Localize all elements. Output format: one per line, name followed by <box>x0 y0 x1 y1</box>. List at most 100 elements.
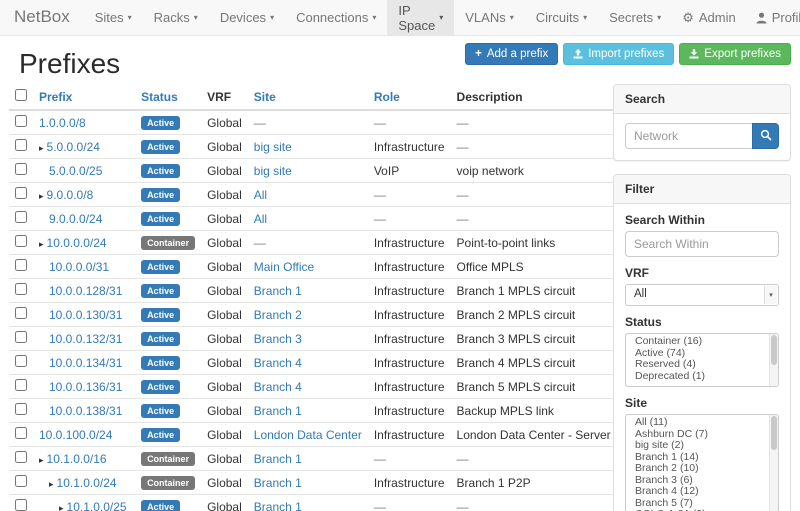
prefix-link[interactable]: 10.0.0.0/31 <box>49 260 109 274</box>
site-listbox[interactable]: All (11)Ashburn DC (7)big site (2)Branch… <box>625 414 779 511</box>
site-link[interactable]: Branch 4 <box>254 380 302 394</box>
row-checkbox[interactable] <box>15 355 27 367</box>
column-header-vrf: VRF <box>201 84 248 110</box>
site-link[interactable]: London Data Center <box>254 428 362 442</box>
row-checkbox[interactable] <box>15 403 27 415</box>
nav-item-racks[interactable]: Racks▾ <box>143 0 209 35</box>
search-button[interactable] <box>752 123 779 149</box>
search-icon <box>760 129 772 144</box>
filter-option-container-16-[interactable]: Container (16) <box>626 336 778 348</box>
scrollbar[interactable] <box>769 334 778 386</box>
filter-option-all-11-[interactable]: All (11) <box>626 417 778 429</box>
prefix-link[interactable]: 10.1.0.0/16 <box>47 452 107 466</box>
prefix-link[interactable]: 10.0.0.136/31 <box>49 380 122 394</box>
filter-option-branch-4-12-[interactable]: Branch 4 (12) <box>626 486 778 498</box>
filter-option-branch-2-10-[interactable]: Branch 2 (10) <box>626 463 778 475</box>
site-link[interactable]: All <box>254 212 267 226</box>
admin-link[interactable]: ⚙ Admin <box>672 0 746 35</box>
site-link[interactable]: Main Office <box>254 260 314 274</box>
select-all-checkbox[interactable] <box>15 89 27 101</box>
row-checkbox[interactable] <box>15 259 27 271</box>
prefix-link[interactable]: 9.0.0.0/24 <box>49 212 102 226</box>
site-link[interactable]: Branch 1 <box>254 476 302 490</box>
nav-item-secrets[interactable]: Secrets▾ <box>598 0 672 35</box>
vrf-value: Global <box>207 260 242 274</box>
row-checkbox[interactable] <box>15 139 27 151</box>
column-header-status[interactable]: Status <box>135 84 201 110</box>
nav-item-label: VLANs <box>465 10 505 25</box>
search-within-input[interactable] <box>625 231 779 257</box>
row-checkbox[interactable] <box>15 307 27 319</box>
prefix-link[interactable]: 5.0.0.0/25 <box>49 164 102 178</box>
prefix-link[interactable]: 10.0.0.138/31 <box>49 404 122 418</box>
table-row: 10.0.0.128/31ActiveGlobalBranch 1Infrast… <box>9 279 664 303</box>
prefix-link[interactable]: 10.1.0.0/25 <box>67 500 127 511</box>
prefix-link[interactable]: 10.0.0.132/31 <box>49 332 122 346</box>
status-listbox[interactable]: Container (16)Active (74)Reserved (4)Dep… <box>625 333 779 387</box>
prefix-link[interactable]: 10.0.0.128/31 <box>49 284 122 298</box>
row-checkbox[interactable] <box>15 235 27 247</box>
row-checkbox[interactable] <box>15 211 27 223</box>
column-header-prefix[interactable]: Prefix <box>33 84 135 110</box>
export-prefixes-button[interactable]: Export prefixes <box>679 43 791 65</box>
nav-item-devices[interactable]: Devices▾ <box>209 0 285 35</box>
site-link[interactable]: Branch 1 <box>254 500 302 511</box>
row-checkbox[interactable] <box>15 163 27 175</box>
profile-link[interactable]: Profile <box>746 0 800 35</box>
site-link[interactable]: big site <box>254 140 292 154</box>
profile-label: Profile <box>772 10 800 25</box>
site-link[interactable]: Branch 1 <box>254 452 302 466</box>
site-link[interactable]: Branch 1 <box>254 284 302 298</box>
prefix-link[interactable]: 5.0.0.0/24 <box>47 140 100 154</box>
import-prefixes-button[interactable]: Import prefixes <box>563 43 674 65</box>
filter-panel-title: Filter <box>614 175 790 204</box>
column-header-site[interactable]: Site <box>248 84 368 110</box>
navbar-right: ⚙ Admin Profile Log out <box>672 0 800 35</box>
row-checkbox[interactable] <box>15 379 27 391</box>
prefix-link[interactable]: 10.0.100.0/24 <box>39 428 112 442</box>
nav-item-ip-space[interactable]: IP Space▾ <box>387 0 454 35</box>
row-checkbox[interactable] <box>15 283 27 295</box>
filter-option-deprecated-1-[interactable]: Deprecated (1) <box>626 371 778 383</box>
scrollbar[interactable] <box>769 415 778 511</box>
nav-item-connections[interactable]: Connections▾ <box>285 0 387 35</box>
table-row: 9.0.0.0/24ActiveGlobalAll—— <box>9 207 664 231</box>
row-checkbox[interactable] <box>15 331 27 343</box>
prefix-link[interactable]: 10.0.0.134/31 <box>49 356 122 370</box>
site-link[interactable]: Branch 4 <box>254 356 302 370</box>
site-link[interactable]: Branch 1 <box>254 404 302 418</box>
row-checkbox[interactable] <box>15 187 27 199</box>
site-link[interactable]: Branch 3 <box>254 332 302 346</box>
row-checkbox[interactable] <box>15 115 27 127</box>
search-input[interactable] <box>625 123 752 149</box>
column-header-role[interactable]: Role <box>368 84 451 110</box>
prefix-link[interactable]: 9.0.0.0/8 <box>47 188 94 202</box>
prefix-link[interactable]: 1.0.0.0/8 <box>39 116 86 130</box>
nav-item-vlans[interactable]: VLANs▾ <box>454 0 524 35</box>
site-link[interactable]: big site <box>254 164 292 178</box>
prefix-link[interactable]: 10.0.0.0/24 <box>47 236 107 250</box>
gear-icon: ⚙ <box>682 10 694 26</box>
table-row: 10.0.0.134/31ActiveGlobalBranch 4Infrast… <box>9 351 664 375</box>
row-checkbox[interactable] <box>15 451 27 463</box>
site-link[interactable]: All <box>254 188 267 202</box>
vrf-select[interactable]: All ▾ <box>625 284 779 306</box>
app-logo[interactable]: NetBox <box>0 0 84 35</box>
nav-item-circuits[interactable]: Circuits▾ <box>525 0 598 35</box>
row-checkbox[interactable] <box>15 499 27 511</box>
row-checkbox[interactable] <box>15 427 27 439</box>
prefix-link[interactable]: 10.1.0.0/24 <box>57 476 117 490</box>
expand-arrow-icon: ▸ <box>39 455 44 465</box>
role-value: — <box>374 452 386 466</box>
site-link[interactable]: Branch 2 <box>254 308 302 322</box>
description-value: — <box>457 140 469 154</box>
status-badge: Active <box>141 356 180 370</box>
status-badge: Container <box>141 236 195 250</box>
status-badge: Active <box>141 284 180 298</box>
filter-option-reserved-4-[interactable]: Reserved (4) <box>626 359 778 371</box>
row-checkbox[interactable] <box>15 475 27 487</box>
add-prefix-button[interactable]: + Add a prefix <box>465 43 558 65</box>
prefix-link[interactable]: 10.0.0.130/31 <box>49 308 122 322</box>
filter-option-big-site-2-[interactable]: big site (2) <box>626 440 778 452</box>
nav-item-sites[interactable]: Sites▾ <box>84 0 143 35</box>
